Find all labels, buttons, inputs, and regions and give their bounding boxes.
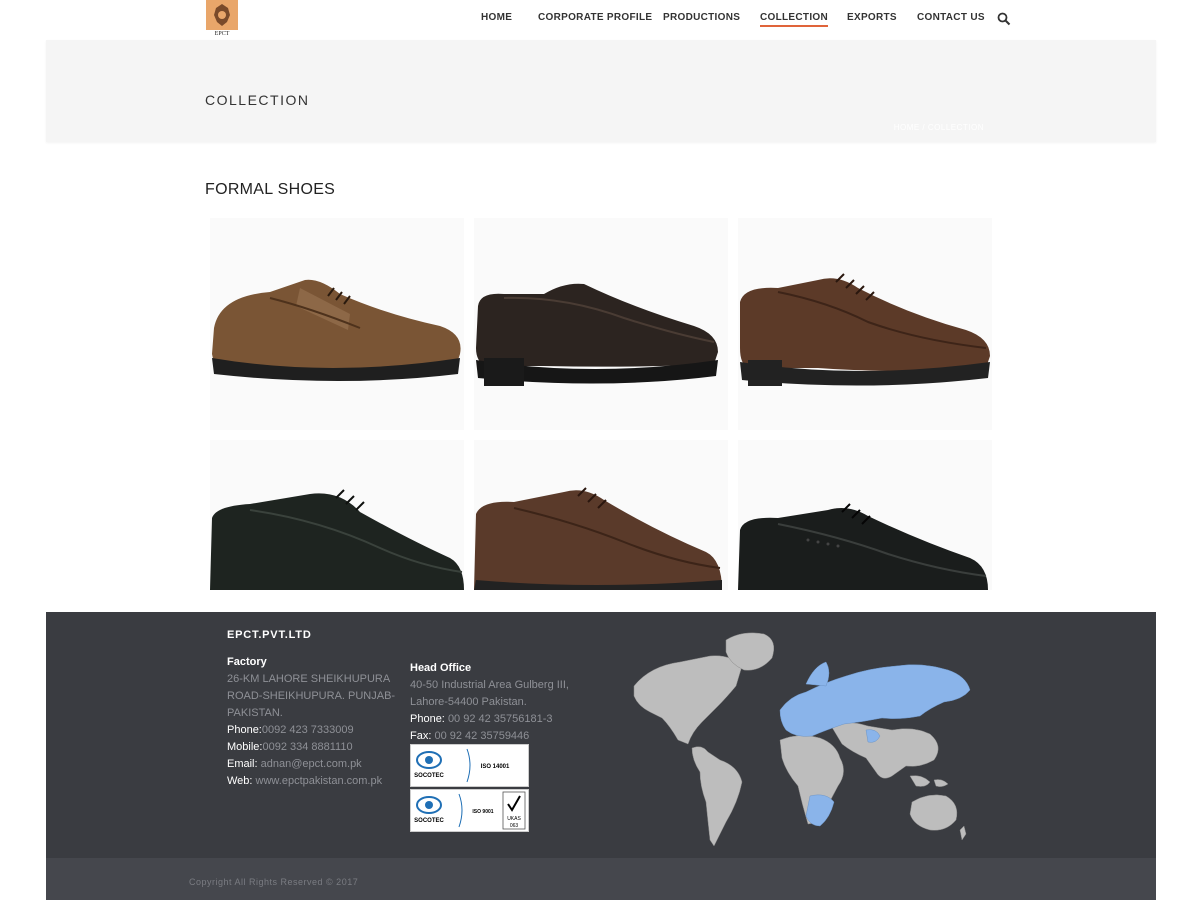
page-title-band: COLLECTION HOME / COLLECTION	[46, 40, 1156, 142]
shoe-image-3[interactable]	[738, 218, 992, 430]
head-office-heading: Head Office	[410, 662, 472, 674]
nav-home[interactable]: HOME	[481, 12, 512, 23]
svg-text:UKAS: UKAS	[507, 816, 521, 822]
shoe-gallery	[210, 218, 994, 590]
nav-corporate-profile[interactable]: CORPORATE PROFILE	[538, 12, 652, 23]
head-office-address-line: Lahore-54400 Pakistan.	[410, 696, 527, 708]
footer-bottom-bar: Copyright All Rights Reserved © 2017	[46, 858, 1156, 900]
shoe-image-6[interactable]	[738, 440, 992, 590]
section-title: FORMAL SHOES	[205, 181, 336, 198]
top-navigation-bar: EPCT HOME CORPORATE PROFILE PRODUCTIONS …	[0, 0, 1200, 38]
svg-text:ISO 9001: ISO 9001	[472, 809, 493, 815]
phone-label: Phone:	[410, 713, 445, 725]
nav-collection[interactable]: COLLECTION	[760, 12, 828, 27]
head-office-phone: 00 92 42 35756181-3	[447, 713, 553, 725]
factory-address-line: 26-KM LAHORE SHEIKHUPURA	[227, 673, 391, 685]
breadcrumb: HOME / COLLECTION	[894, 123, 984, 132]
svg-text:SOCOTEC: SOCOTEC	[414, 773, 444, 779]
head-office-address-line: 40-50 Industrial Area Gulberg III,	[410, 679, 569, 691]
export-world-map	[630, 626, 976, 852]
factory-mobile: 0092 334 8881110	[262, 741, 353, 753]
svg-text:ISO 14001: ISO 14001	[481, 764, 510, 770]
head-office-contact: Head Office 40-50 Industrial Area Gulber…	[410, 660, 580, 745]
fax-label: Fax:	[410, 730, 432, 742]
search-icon[interactable]	[997, 12, 1011, 26]
svg-text:EPCT: EPCT	[215, 31, 230, 37]
factory-contact: Factory 26-KM LAHORE SHEIKHUPURA ROAD-SH…	[227, 654, 397, 790]
footer-brand: EPCT.PVT.LTD	[227, 629, 312, 641]
email-link[interactable]: adnan@epct.com.pk	[261, 758, 362, 770]
nav-productions[interactable]: PRODUCTIONS	[663, 12, 740, 23]
factory-address-line: PAKISTAN.	[227, 707, 283, 719]
page-title: COLLECTION	[205, 92, 310, 108]
copyright-text: Copyright All Rights Reserved © 2017	[189, 877, 359, 887]
company-logo[interactable]: EPCT	[206, 0, 238, 38]
website-link[interactable]: www.epctpakistan.com.pk	[256, 775, 383, 787]
footer: EPCT.PVT.LTD Factory 26-KM LAHORE SHEIKH…	[46, 612, 1156, 858]
svg-text:063: 063	[510, 823, 519, 829]
nav-exports[interactable]: EXPORTS	[847, 12, 897, 23]
phone-label: Phone:	[227, 724, 262, 736]
mobile-label: Mobile:	[227, 741, 263, 753]
svg-text:SOCOTEC: SOCOTEC	[414, 818, 444, 824]
breadcrumb-current: COLLECTION	[927, 123, 984, 132]
shoe-image-4[interactable]	[210, 440, 464, 590]
web-label: Web:	[227, 775, 253, 787]
nav-contact-us[interactable]: CONTACT US	[917, 12, 985, 23]
factory-heading: Factory	[227, 656, 267, 668]
shoe-image-5[interactable]	[474, 440, 728, 590]
head-office-fax: 00 92 42 35759446	[434, 730, 530, 742]
iso-9001-certificate: SOCOTEC ISO 9001 UKAS 063	[410, 789, 529, 832]
shoe-image-2[interactable]	[474, 218, 728, 430]
factory-address-line: ROAD-SHEIKHUPURA. PUNJAB-	[227, 690, 396, 702]
shoe-image-1[interactable]	[210, 218, 464, 430]
breadcrumb-home-link[interactable]: HOME	[894, 123, 920, 132]
breadcrumb-separator: /	[919, 123, 928, 132]
factory-phone: 0092 423 7333009	[261, 724, 354, 736]
iso-14001-certificate: SOCOTEC ISO 14001	[410, 744, 529, 787]
email-label: Email:	[227, 758, 258, 770]
